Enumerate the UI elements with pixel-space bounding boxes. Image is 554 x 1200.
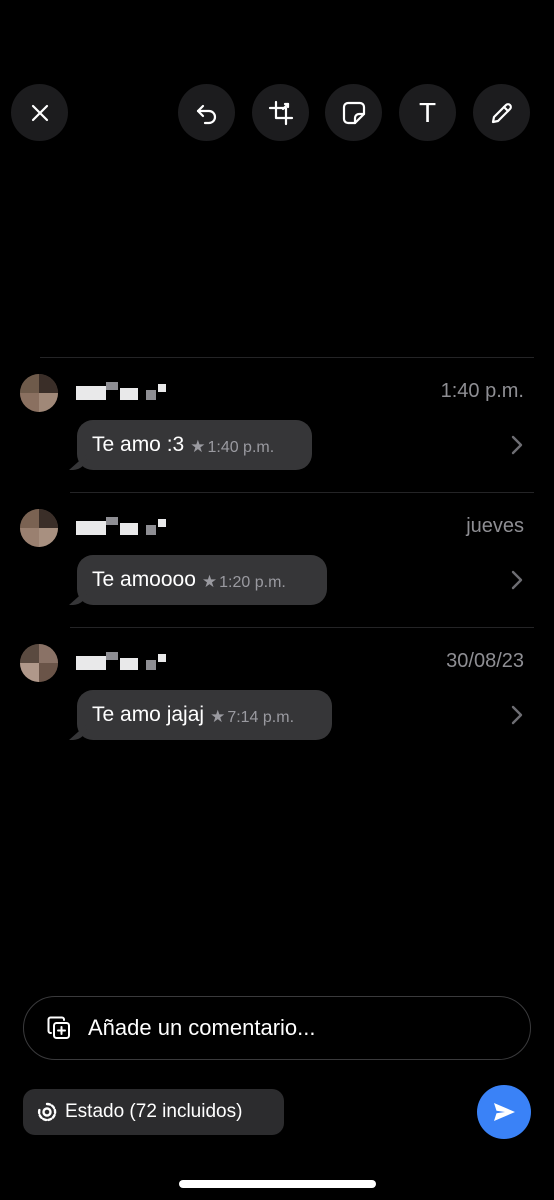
message-date: 30/08/23 (446, 650, 524, 672)
status-audience-button[interactable]: Estado (72 incluidos) (23, 1089, 284, 1135)
sticker-button[interactable] (325, 84, 382, 141)
pencil-icon (491, 102, 512, 123)
close-button[interactable] (11, 84, 68, 141)
status-editor-screen: T 1:40 p.m. Te amo :3 ★ 1:40 p.m. jueves… (0, 0, 554, 1200)
status-audience-label: Estado (72 incluidos) (65, 1101, 243, 1122)
message-text: Te amo :3 (92, 433, 185, 456)
sender-name-redacted (76, 517, 168, 537)
sender-name-redacted (76, 382, 168, 402)
avatar (20, 644, 58, 682)
message-time: 1:20 p.m. (219, 574, 286, 591)
undo-button[interactable] (178, 84, 235, 141)
message-bubble[interactable]: Te amo :3 ★ 1:40 p.m. (77, 420, 312, 470)
close-icon (31, 104, 48, 121)
sender-name-redacted (76, 652, 168, 672)
message-bubble[interactable]: Te amoooo ★ 1:20 p.m. (77, 555, 327, 605)
send-button[interactable] (477, 1085, 531, 1139)
message-bubble[interactable]: Te amo jajaj ★ 7:14 p.m. (77, 690, 332, 740)
message-date: jueves (466, 515, 524, 537)
text-icon: T (418, 96, 437, 128)
message-date: 1:40 p.m. (440, 380, 524, 402)
crop-icon (268, 100, 293, 125)
text-button[interactable]: T (399, 84, 456, 141)
crop-button[interactable] (252, 84, 309, 141)
chevron-right-icon[interactable] (510, 704, 524, 726)
status-icon (37, 1102, 57, 1122)
chevron-right-icon[interactable] (510, 434, 524, 456)
star-icon: ★ (201, 572, 218, 591)
message-text: Te amo jajaj (92, 703, 205, 726)
divider (70, 627, 534, 628)
divider (40, 357, 534, 358)
star-icon: ★ (210, 707, 226, 726)
message-time: 1:40 p.m. (207, 439, 275, 456)
add-media-icon (47, 1016, 70, 1039)
home-indicator (179, 1180, 376, 1188)
send-icon (494, 1103, 515, 1121)
message-text: Te amoooo (92, 568, 196, 591)
chevron-right-icon[interactable] (510, 569, 524, 591)
avatar (20, 374, 58, 412)
message-time: 7:14 p.m. (227, 709, 295, 726)
star-icon: ★ (190, 437, 206, 456)
comment-placeholder: Añade un comentario... (88, 1015, 316, 1040)
undo-icon (196, 104, 216, 124)
avatar (20, 509, 58, 547)
comment-field[interactable]: Añade un comentario... (23, 996, 531, 1060)
draw-button[interactable] (473, 84, 530, 141)
sticker-icon (342, 101, 365, 124)
divider (70, 492, 534, 493)
